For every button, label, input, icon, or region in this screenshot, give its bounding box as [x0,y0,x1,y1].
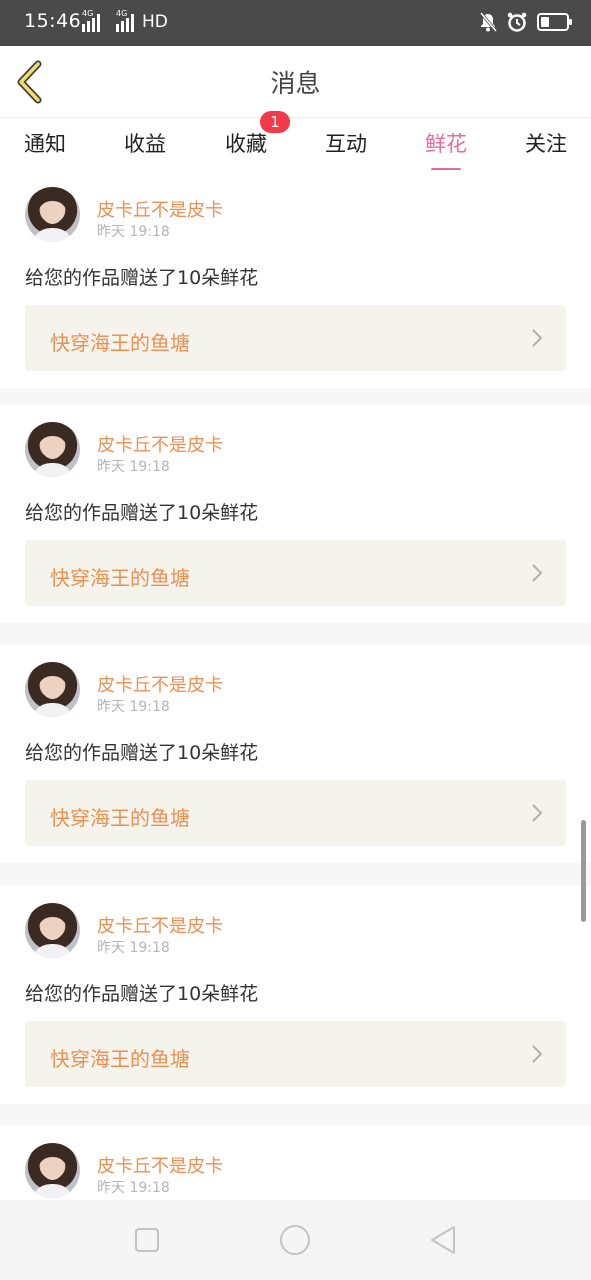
sender-name[interactable]: 皮卡丘不是皮卡 [97,196,223,222]
message-text: 给您的作品赠送了10朵鲜花 [25,267,259,289]
message-time: 昨天 19:18 [97,224,170,240]
back-nav-button[interactable] [423,1220,463,1260]
list-item: 皮卡丘不是皮卡 昨天 19:18 给您的作品赠送了10朵鲜花 快穿海王的鱼塘 [0,645,591,863]
alarm-icon [507,12,527,32]
message-text: 给您的作品赠送了10朵鲜花 [25,502,259,524]
work-link[interactable]: 快穿海王的鱼塘 [25,540,566,606]
work-link[interactable]: 快穿海王的鱼塘 [25,780,566,846]
tab-favorites[interactable]: 收藏 [225,128,267,158]
tab-bar: 通知 收益 收藏 互动 鲜花 关注 [0,118,591,171]
message-time: 昨天 19:18 [97,459,170,475]
home-button[interactable] [275,1220,315,1260]
page-title: 消息 [270,69,321,98]
network-type-label: 4G [82,9,94,18]
status-bar: 15:46 4G 4G HD [0,0,591,46]
signal-icon: 4G [82,9,100,32]
work-title: 快穿海王的鱼塘 [50,806,190,830]
list-item: 皮卡丘不是皮卡 昨天 19:18 给您的作品赠送了10朵鲜花 快穿海王的鱼塘 [0,886,591,1104]
message-text: 给您的作品赠送了10朵鲜花 [25,983,259,1005]
tab-label: 通知 [24,132,66,156]
battery-icon [537,13,572,31]
sender-name[interactable]: 皮卡丘不是皮卡 [97,1152,223,1178]
header: 消息 [0,46,591,118]
chevron-right-icon [532,1045,543,1063]
unread-badge: 1 [260,111,290,133]
status-right [479,12,572,32]
message-time: 昨天 19:18 [97,699,170,715]
avatar[interactable] [25,662,80,717]
chevron-right-icon [532,564,543,582]
signal-icon: 4G [116,9,134,32]
tab-label: 互动 [325,132,367,156]
avatar[interactable] [25,422,80,477]
chevron-right-icon [532,329,543,347]
hd-indicator: HD [142,12,168,32]
work-link[interactable]: 快穿海王的鱼塘 [25,1021,566,1087]
recent-apps-button[interactable] [127,1220,167,1260]
system-nav-bar [0,1200,591,1280]
message-feed[interactable]: 皮卡丘不是皮卡 昨天 19:18 给您的作品赠送了10朵鲜花 快穿海王的鱼塘 皮… [0,170,591,1200]
work-title: 快穿海王的鱼塘 [50,331,190,355]
status-time: 15:46 [24,10,82,32]
triangle-back-icon [431,1226,455,1254]
message-time: 昨天 19:18 [97,1180,170,1196]
tab-label: 鲜花 [425,132,467,156]
tab-label: 收益 [124,132,166,156]
tab-interactions[interactable]: 互动 [325,128,367,158]
mute-bell-icon [479,12,497,32]
network-indicators: 4G 4G HD [82,9,168,32]
message-time: 昨天 19:18 [97,940,170,956]
avatar[interactable] [25,903,80,958]
sender-name[interactable]: 皮卡丘不是皮卡 [97,431,223,457]
scrollbar[interactable] [581,820,586,922]
work-link[interactable]: 快穿海王的鱼塘 [25,305,566,371]
tab-label: 关注 [525,132,567,156]
avatar[interactable] [25,187,80,242]
work-title: 快穿海王的鱼塘 [50,1047,190,1071]
work-title: 快穿海王的鱼塘 [50,566,190,590]
list-item: 皮卡丘不是皮卡 昨天 19:18 [0,1126,591,1200]
battery-level [541,17,549,27]
network-type-label: 4G [116,9,128,18]
tab-flowers[interactable]: 鲜花 [425,128,467,171]
sender-name[interactable]: 皮卡丘不是皮卡 [97,912,223,938]
chevron-right-icon [532,804,543,822]
list-item: 皮卡丘不是皮卡 昨天 19:18 给您的作品赠送了10朵鲜花 快穿海王的鱼塘 [0,405,591,623]
list-item: 皮卡丘不是皮卡 昨天 19:18 给您的作品赠送了10朵鲜花 快穿海王的鱼塘 [0,170,591,388]
tab-label: 收藏 [225,132,267,156]
message-text: 给您的作品赠送了10朵鲜花 [25,742,259,764]
tab-notifications[interactable]: 通知 [24,128,66,158]
avatar[interactable] [25,1143,80,1198]
tab-following[interactable]: 关注 [525,128,567,158]
tab-earnings[interactable]: 收益 [124,128,166,158]
sender-name[interactable]: 皮卡丘不是皮卡 [97,671,223,697]
circle-icon [280,1225,310,1255]
square-icon [135,1228,159,1252]
